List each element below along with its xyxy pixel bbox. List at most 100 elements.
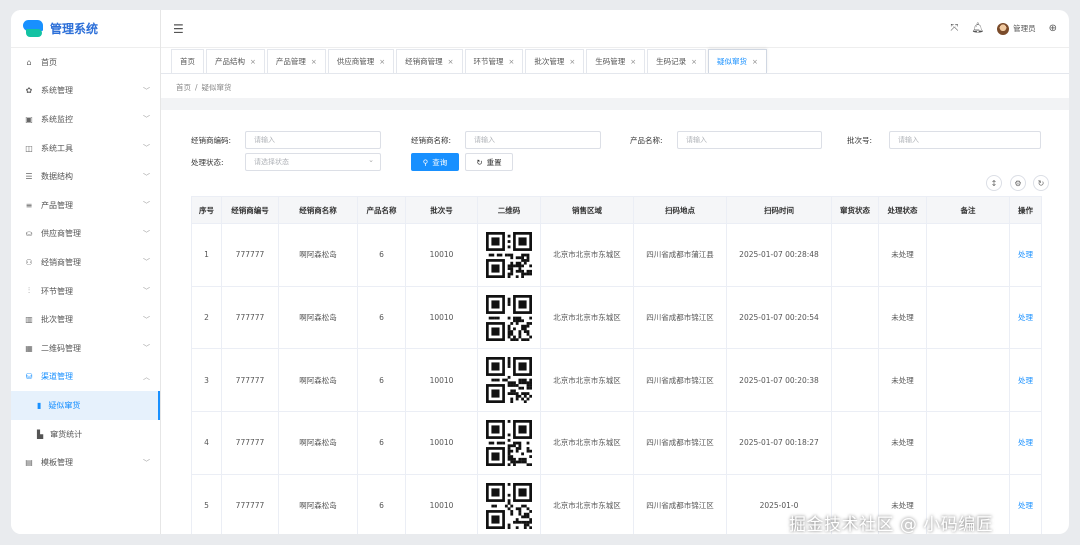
tab-label: 批次管理 xyxy=(534,57,565,66)
process-link[interactable]: 处理 xyxy=(1009,348,1042,413)
sidebar-item-label: 产品管理 xyxy=(41,200,73,210)
qrcode-image xyxy=(477,473,541,534)
sidebar-item-9[interactable]: ▥ 批次管理 ﹀ xyxy=(11,305,160,334)
batch-input[interactable]: 请输入 xyxy=(889,131,1041,149)
menu-fold-icon[interactable]: ☰ xyxy=(173,22,184,36)
reload-icon[interactable]: ↻ xyxy=(1033,175,1049,191)
close-icon[interactable]: × xyxy=(691,58,697,66)
status-cell: 未处理 xyxy=(878,285,927,350)
supplier-icon: ⛀ xyxy=(25,229,33,239)
sidebar-item-label: 系统管理 xyxy=(41,86,73,96)
dealer-name-cell: 啊阿森松岛 xyxy=(278,473,358,534)
tab-label: 疑似窜货 xyxy=(717,57,747,66)
close-icon[interactable]: × xyxy=(250,58,256,66)
chevron-down-icon: ﹀ xyxy=(143,229,150,238)
sidebar-item-0[interactable]: ⌂ 首页 xyxy=(11,48,160,77)
process-link[interactable]: 处理 xyxy=(1009,223,1042,287)
close-icon[interactable]: × xyxy=(311,58,317,66)
process-link[interactable]: 处理 xyxy=(1009,285,1042,350)
sidebar-item-6[interactable]: ⛀ 供应商管理 ﹀ xyxy=(11,220,160,249)
close-icon[interactable]: × xyxy=(569,58,575,66)
qrcode-icon xyxy=(486,231,532,278)
sidebar-item-4[interactable]: ☰ 数据结构 ﹀ xyxy=(11,162,160,191)
app-window: 管理系统 ⌂ 首页 ✿ 系统管理 ﹀ ▣ 系统监控 ﹀ ◫ 系统工具 ﹀ ☰ 数据结构 ﹀ ≡ 产品管理 ﹀ ⛀ 供… xyxy=(11,10,1069,534)
scan-time-cell: 2025-01-07 00:20:54 xyxy=(726,285,832,350)
template-icon: ▤ xyxy=(25,458,33,468)
close-icon[interactable]: × xyxy=(509,58,515,66)
batch-cell: 10010 xyxy=(405,285,478,350)
status-cell: 未处理 xyxy=(878,411,927,475)
tab-5[interactable]: 环节管理 × xyxy=(464,49,524,73)
sidebar-item-7[interactable]: ⚇ 经销商管理 ﹀ xyxy=(11,248,160,277)
reset-button[interactable]: ↻ 重置 xyxy=(465,153,513,171)
tab-3[interactable]: 供应商管理 × xyxy=(327,49,395,73)
tab-1[interactable]: 产品结构 × xyxy=(206,49,265,73)
app-logo[interactable]: 管理系统 xyxy=(11,10,160,48)
sidebar-item-14[interactable]: ▤ 模板管理 ﹀ xyxy=(11,448,160,477)
tab-6[interactable]: 批次管理 × xyxy=(525,49,585,73)
app-title: 管理系统 xyxy=(50,22,99,36)
sidebar-item-3[interactable]: ◫ 系统工具 ﹀ xyxy=(11,134,160,163)
status-cell: 未处理 xyxy=(878,348,927,413)
product-cell: 6 xyxy=(357,348,406,413)
tab-label: 产品结构 xyxy=(215,57,245,66)
product-cell: 6 xyxy=(357,411,406,475)
dealer-name-input[interactable]: 请输入 xyxy=(465,131,601,149)
process-link[interactable]: 处理 xyxy=(1009,473,1042,534)
chevron-down-icon: ﹀ xyxy=(143,315,150,324)
row-index: 3 xyxy=(191,348,222,413)
batch-cell: 10010 xyxy=(405,411,478,475)
settings-icon[interactable]: ⚙ xyxy=(1010,175,1026,191)
sidebar-item-label: 数据结构 xyxy=(41,172,73,182)
bell-icon[interactable]: 🔔︎ xyxy=(971,23,984,34)
close-icon[interactable]: × xyxy=(379,58,385,66)
sidebar-item-11[interactable]: ⛁ 渠道管理 ︿ xyxy=(11,363,160,392)
language-icon[interactable]: ⊕ xyxy=(1049,23,1057,34)
sidebar-item-12[interactable]: ▮ 疑似窜货 xyxy=(11,391,160,420)
row-index: 5 xyxy=(191,473,222,534)
tab-0[interactable]: 首页 xyxy=(171,49,204,73)
column-header: 操作 xyxy=(1009,196,1042,224)
tab-label: 经销商管理 xyxy=(405,57,443,66)
fullscreen-icon[interactable]: ⤧ xyxy=(950,23,958,34)
tab-7[interactable]: 生码管理 × xyxy=(586,49,646,73)
column-height-icon[interactable]: ↕ xyxy=(986,175,1002,191)
flee-status-cell xyxy=(831,411,879,475)
close-icon[interactable]: × xyxy=(752,58,758,66)
table-header: 序号 经销商编号 经销商名称 产品名称 批次号 二维码 销售区域 扫码地点 扫码时间 窜货状态 处理… xyxy=(191,196,1042,224)
sidebar-menu: ⌂ 首页 ✿ 系统管理 ﹀ ▣ 系统监控 ﹀ ◫ 系统工具 ﹀ ☰ 数据结构 ﹀ ≡ 产品管理 ﹀ ⛀ 供应商管理 ﹀… xyxy=(11,48,160,477)
tab-label: 生码记录 xyxy=(656,57,687,66)
search-icon: ⚲ xyxy=(422,157,429,167)
scan-time-cell: 2025-01-07 00:28:48 xyxy=(726,223,832,287)
structure-icon: ☰ xyxy=(25,172,33,182)
scan-place-cell: 四川省成都市锦江区 xyxy=(633,348,727,413)
status-cell: 未处理 xyxy=(878,223,927,287)
flee-status-cell xyxy=(831,223,879,287)
process-link[interactable]: 处理 xyxy=(1009,411,1042,475)
product-input[interactable]: 请输入 xyxy=(677,131,822,149)
sidebar-item-8[interactable]: ⫶ 环节管理 ﹀ xyxy=(11,277,160,306)
tab-2[interactable]: 产品管理 × xyxy=(266,49,326,73)
query-button[interactable]: ⚲ 查询 xyxy=(411,153,459,171)
tab-label: 首页 xyxy=(180,57,195,66)
channel-icon: ⛁ xyxy=(25,372,33,382)
sidebar-item-5[interactable]: ≡ 产品管理 ﹀ xyxy=(11,191,160,220)
breadcrumb-home[interactable]: 首页 xyxy=(176,83,191,92)
sidebar-item-10[interactable]: ▦ 二维码管理 ﹀ xyxy=(11,334,160,363)
tab-9[interactable]: 疑似窜货 × xyxy=(708,49,767,73)
scan-place-cell: 四川省成都市锦江区 xyxy=(633,473,727,534)
user-menu[interactable]: 管理员 xyxy=(997,22,1036,35)
sidebar-item-2[interactable]: ▣ 系统监控 ﹀ xyxy=(11,105,160,134)
refresh-icon: ↻ xyxy=(476,157,483,167)
sidebar-item-1[interactable]: ✿ 系统管理 ﹀ xyxy=(11,77,160,106)
close-icon[interactable]: × xyxy=(630,58,636,66)
sidebar-item-13[interactable]: ▙ 窜货统计 xyxy=(11,420,160,449)
tab-8[interactable]: 生码记录 × xyxy=(647,49,706,73)
scan-time-cell: 2025-01-07 00:20:38 xyxy=(726,348,832,413)
close-icon[interactable]: × xyxy=(448,58,454,66)
status-select[interactable]: 请选择状态 xyxy=(245,153,381,171)
table-row: 4 777777 啊阿森松岛 6 10010 北京市北京市东城区 四川省成都市锦江区 2025… xyxy=(191,411,1042,475)
sidebar-item-label: 模板管理 xyxy=(41,458,73,468)
dealer-code-input[interactable]: 请输入 xyxy=(245,131,381,149)
tab-4[interactable]: 经销商管理 × xyxy=(396,49,463,73)
